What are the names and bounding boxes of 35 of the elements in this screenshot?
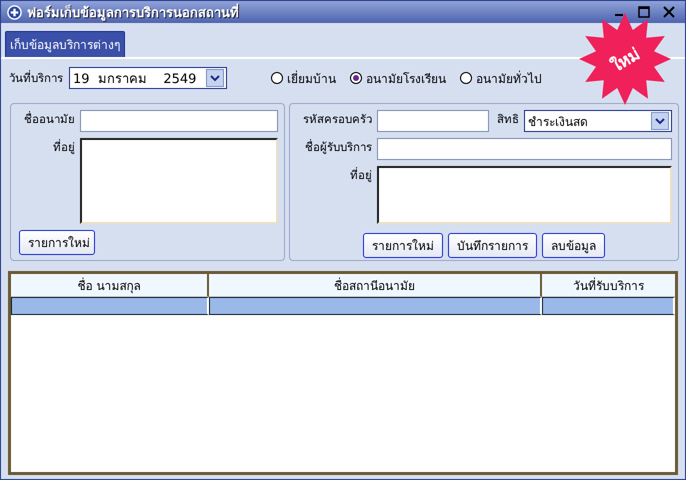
column-header[interactable]: ชื่อ นามสกุล (11, 274, 209, 297)
column-header[interactable]: ชื่อสถานีอนามัย (209, 274, 542, 297)
address-field[interactable] (377, 166, 672, 224)
field-label: ที่อยู่ (52, 138, 75, 156)
field-label: ที่อยู่ (349, 166, 372, 184)
plus-icon (7, 4, 22, 20)
new-badge: ใหม่ (579, 13, 671, 105)
dropdown-icon (210, 74, 220, 82)
family-code-field[interactable] (377, 110, 489, 132)
action-button[interactable]: บันทึกรายการ (448, 233, 537, 258)
radio-button[interactable] (271, 72, 283, 84)
dropdown-icon (655, 118, 665, 124)
field-label: ชื่อผู้รับบริการ (304, 138, 372, 156)
radio-button[interactable] (350, 72, 362, 84)
radio-option[interactable]: อนามัยทั่วไป (460, 68, 542, 88)
column-header[interactable]: วันที่รับบริการ (542, 274, 675, 297)
window-title: ฟอร์มเก็บข้อมูลการบริการนอกสถานที่ (27, 2, 239, 22)
table-row[interactable] (11, 297, 675, 315)
action-button[interactable]: ลบข้อมูล (542, 233, 605, 258)
action-button[interactable]: รายการใหม่ (363, 233, 443, 258)
radio-option[interactable]: เยี่ยมบ้าน (271, 68, 336, 88)
date-label: วันที่บริการ (9, 69, 63, 87)
radio-button[interactable] (460, 72, 472, 84)
clinic-name-field[interactable] (80, 110, 278, 132)
address-field[interactable] (80, 138, 278, 224)
rights-dropdown[interactable]: ชำระเงินสด (524, 110, 672, 132)
radio-option[interactable]: อนามัยโรงเรียน (350, 68, 446, 88)
new-record-button[interactable]: รายการใหม่ (19, 230, 95, 255)
radio-dot-icon (353, 75, 359, 81)
field-label: รหัสครอบครัว (302, 111, 372, 128)
date-picker[interactable]: 19 มกราคม 2549 (69, 67, 227, 89)
tab[interactable]: เก็บข้อมูลบริการต่างๆ (5, 31, 125, 57)
recipient-name-field[interactable] (377, 138, 672, 160)
field-label: สิทธิ (496, 111, 519, 128)
field-label: ชื่ออนามัย (23, 110, 75, 128)
